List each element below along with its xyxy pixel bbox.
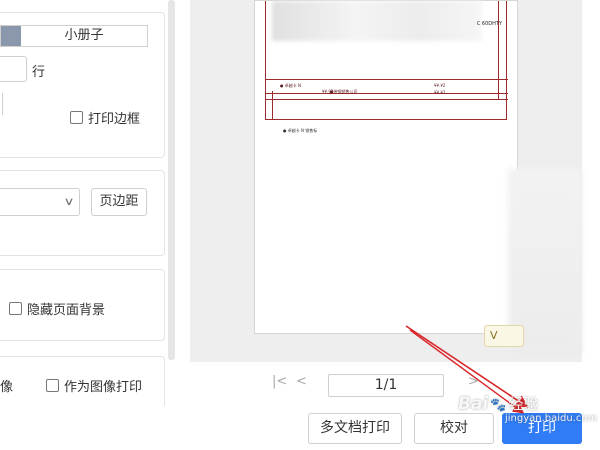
checkbox-box[interactable] [70, 111, 83, 124]
booklet-option[interactable]: 小册子 [21, 26, 147, 46]
page-indicator[interactable]: 1/1 [328, 374, 444, 397]
preview-page: C 60DHTY ● 卓越卡 N ¥¥.92 ●带钢销售公司 ¥¥.¥2 ¥¥.… [254, 0, 518, 334]
print-as-image-label: 作为图像打印 [64, 380, 143, 395]
document-frame: C 60DHTY ● 卓越卡 N ¥¥.92 ●带钢销售公司 ¥¥.¥2 ¥¥.… [265, 1, 508, 120]
checkbox-box[interactable] [46, 379, 59, 392]
hide-background-label: 隐藏页面背景 [27, 303, 106, 318]
background-settings-card: 隐藏页面背景 [0, 269, 165, 341]
blurred-region [272, 1, 482, 41]
print-as-image-checkbox[interactable]: 作为图像打印 [46, 376, 142, 395]
layout-settings-card: 小册子 行 打印边框 [0, 12, 165, 158]
chevron-down-icon: ∨ [63, 195, 75, 208]
hide-background-checkbox[interactable]: 隐藏页面背景 [9, 299, 105, 318]
paw-icon: 🐾 [490, 398, 507, 413]
paper-settings-card: ∨ 页边距 [0, 170, 165, 256]
settings-scrollbar[interactable] [168, 0, 175, 360]
print-border-checkbox[interactable]: 打印边框 [70, 108, 140, 127]
pager: |< < 1/1 > [270, 374, 580, 398]
print-settings-panel: 小册子 行 打印边框 ∨ 页边距 隐藏页面背景 像 作为图像打印 [0, 0, 176, 450]
rows-input[interactable] [0, 56, 27, 82]
layout-mode-selected-segment[interactable] [1, 26, 21, 46]
partial-option-label: 像 [0, 380, 14, 395]
vip-badge: V [484, 325, 524, 347]
columns-select[interactable] [0, 93, 3, 115]
document-note: ● 卓越卡 N 销售标 [283, 128, 318, 133]
paper-size-dropdown[interactable]: ∨ [0, 188, 80, 216]
checkbox-box[interactable] [9, 302, 22, 315]
prev-page-icon[interactable]: < [296, 374, 307, 389]
print-border-label: 打印边框 [88, 112, 141, 127]
next-page-icon[interactable]: > [468, 374, 479, 389]
page-margin-button[interactable]: 页边距 [91, 188, 147, 216]
print-button[interactable]: 打印 [502, 413, 582, 444]
doc-row-text: ¥¥.¥2 [434, 90, 446, 95]
doc-row-text: ●带钢销售公司 [330, 89, 358, 94]
print-preview-area: C 60DHTY ● 卓越卡 N ¥¥.92 ●带钢销售公司 ¥¥.¥2 ¥¥.… [190, 0, 582, 362]
doc-row-text: ● 卓越卡 N [280, 83, 302, 88]
rows-label: 行 [32, 65, 46, 80]
proofread-button[interactable]: 校对 [414, 413, 494, 444]
first-page-icon[interactable]: |< [272, 374, 287, 389]
doc-row-text: ¥¥.¥2 [434, 83, 446, 88]
output-settings-card: 像 作为图像打印 [0, 356, 165, 406]
layout-mode-selector[interactable]: 小册子 [0, 25, 148, 47]
multi-document-print-button[interactable]: 多文档打印 [308, 413, 402, 444]
